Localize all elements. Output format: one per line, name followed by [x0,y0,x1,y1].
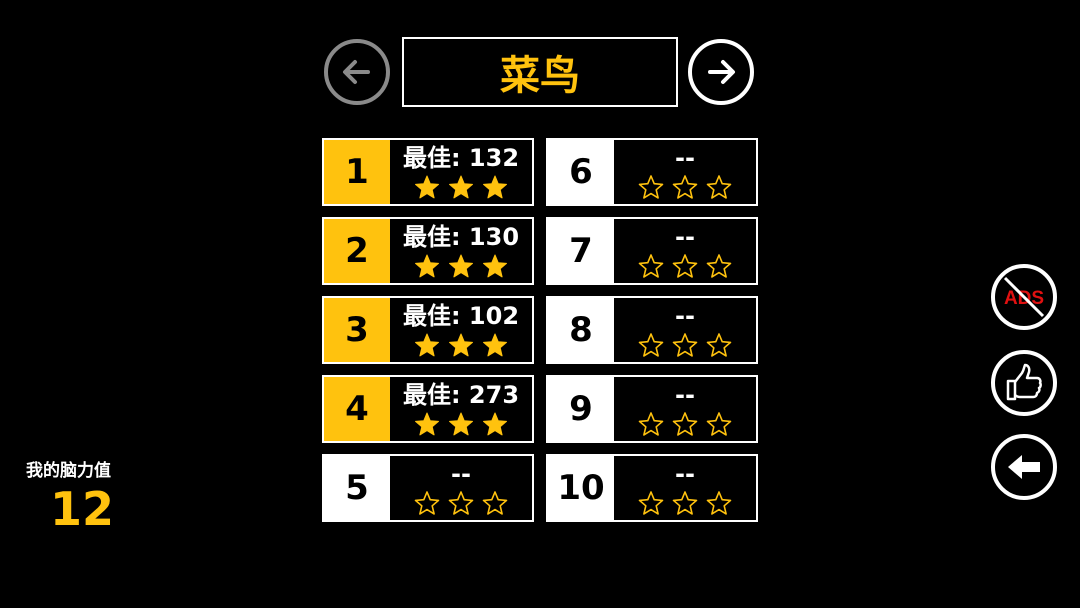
level-info: -- [614,140,756,204]
level-tile-9[interactable]: 9 -- [546,375,758,443]
level-number: 10 [548,456,614,520]
level-best-score: 最佳: 102 [402,302,520,330]
star-filled-icon [482,411,508,437]
star-outline-icon [706,411,732,437]
star-outline-icon [638,174,664,200]
level-best-score: -- [675,144,695,172]
level-info: -- [390,456,532,520]
star-filled-icon [482,174,508,200]
star-outline-icon [706,174,732,200]
star-outline-icon [706,490,732,516]
star-filled-icon [482,253,508,279]
level-stars [638,174,732,200]
level-stars [414,332,508,358]
arrow-left-icon [343,60,370,84]
level-best-score: -- [451,460,471,488]
level-stars [414,253,508,279]
star-outline-icon [638,490,664,516]
level-number: 9 [548,377,614,441]
level-info: -- [614,377,756,441]
back-arrow-icon [1008,455,1040,479]
back-button[interactable] [991,434,1057,500]
prev-page-button[interactable] [324,39,390,105]
level-info: 最佳: 132 [390,140,532,204]
level-number: 7 [548,219,614,283]
level-best-score: -- [675,460,695,488]
star-outline-icon [638,332,664,358]
level-number: 1 [324,140,390,204]
level-info: 最佳: 273 [390,377,532,441]
level-stars [638,490,732,516]
star-filled-icon [448,253,474,279]
level-tile-7[interactable]: 7 -- [546,217,758,285]
star-outline-icon [672,411,698,437]
star-outline-icon [672,490,698,516]
level-best-score: -- [675,381,695,409]
star-outline-icon [414,490,440,516]
next-page-button[interactable] [688,39,754,105]
star-filled-icon [414,411,440,437]
star-filled-icon [414,174,440,200]
level-tile-10[interactable]: 10 -- [546,454,758,522]
star-outline-icon [638,253,664,279]
level-number: 4 [324,377,390,441]
level-best-score: -- [675,223,695,251]
star-outline-icon [638,411,664,437]
brain-power-value: 12 [50,482,115,536]
level-number: 8 [548,298,614,362]
level-number: 3 [324,298,390,362]
star-filled-icon [414,253,440,279]
level-stars [414,411,508,437]
star-outline-icon [448,490,474,516]
star-filled-icon [448,174,474,200]
level-stars [638,332,732,358]
level-best-score: 最佳: 132 [402,144,520,172]
star-outline-icon [672,174,698,200]
level-tile-3[interactable]: 3 最佳: 102 [322,296,534,364]
star-outline-icon [482,490,508,516]
remove-ads-button[interactable]: ADS [991,264,1057,330]
level-tile-1[interactable]: 1 最佳: 132 [322,138,534,206]
level-info: 最佳: 130 [390,219,532,283]
level-tile-2[interactable]: 2 最佳: 130 [322,217,534,285]
level-info: 最佳: 102 [390,298,532,362]
arrow-right-icon [708,60,735,84]
level-stars [638,253,732,279]
level-tile-8[interactable]: 8 -- [546,296,758,364]
star-filled-icon [448,411,474,437]
star-outline-icon [672,253,698,279]
level-stars [414,174,508,200]
thumbs-up-icon [1006,363,1042,401]
level-number: 6 [548,140,614,204]
level-info: -- [614,219,756,283]
level-tile-5[interactable]: 5 -- [322,454,534,522]
level-stars [638,411,732,437]
level-tile-4[interactable]: 4 最佳: 273 [322,375,534,443]
star-outline-icon [672,332,698,358]
level-grid: 1 最佳: 132 2 最佳: 130 3 最佳: 102 4 最佳: 273 5 -- 6 -- 7 -… [322,138,758,523]
level-stars [414,490,508,516]
level-info: -- [614,456,756,520]
level-number: 2 [324,219,390,283]
level-number: 5 [324,456,390,520]
difficulty-title-text: 菜鸟 [500,53,580,99]
level-best-score: 最佳: 130 [402,223,520,251]
level-best-score: -- [675,302,695,330]
level-tile-6[interactable]: 6 -- [546,138,758,206]
star-filled-icon [482,332,508,358]
star-outline-icon [706,332,732,358]
brain-power-label: 我的脑力值 [26,461,111,481]
level-info: -- [614,298,756,362]
like-button[interactable] [991,350,1057,416]
level-best-score: 最佳: 273 [402,381,520,409]
star-filled-icon [414,332,440,358]
difficulty-title: 菜鸟 [402,37,678,107]
star-filled-icon [448,332,474,358]
no-ads-icon: ADS [1004,276,1044,318]
star-outline-icon [706,253,732,279]
